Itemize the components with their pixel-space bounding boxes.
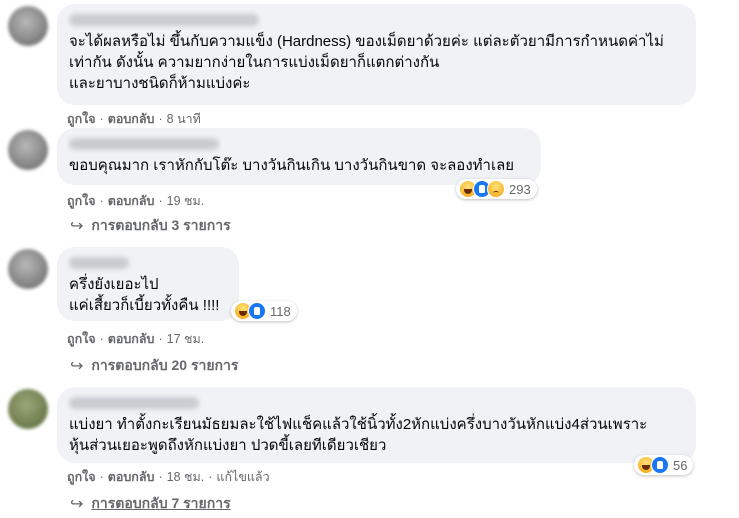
reaction-count: 118 [270, 303, 291, 319]
timestamp[interactable]: 18 ชม. [167, 467, 205, 487]
like-icon [248, 302, 266, 320]
reply-arrow-icon: ↪ [70, 496, 84, 513]
commenter-name-redacted[interactable] [69, 138, 219, 150]
avatar[interactable] [8, 6, 48, 46]
reaction-summary[interactable]: 56 [634, 455, 694, 475]
reply-arrow-icon: ↪ [70, 218, 84, 235]
reaction-summary[interactable]: 293 [456, 179, 537, 199]
avatar[interactable] [8, 249, 48, 289]
commenter-name-redacted[interactable] [69, 397, 199, 409]
comment-bubble: แบ่งยา ทำตั้งกะเรียนมัธยมละใช้ไฟแช็คแล้ว… [57, 387, 696, 463]
comment-actions: ถูกใจ · ตอบกลับ · 19 ชม. [67, 191, 204, 211]
like-link[interactable]: ถูกใจ [67, 109, 96, 129]
timestamp[interactable]: 19 ชม. [167, 191, 205, 211]
timestamp[interactable]: 8 นาที [167, 109, 201, 129]
view-replies[interactable]: ↪ การตอบกลับ 3 รายการ [70, 215, 231, 237]
avatar[interactable] [8, 130, 48, 170]
comment-text: ครึ่งยังเยอะไป แค่เสี้ยวก็เบี้ยวทั้งคืน … [69, 276, 220, 314]
like-link[interactable]: ถูกใจ [67, 329, 96, 349]
avatar[interactable] [8, 389, 48, 429]
reply-link[interactable]: ตอบกลับ [108, 191, 155, 211]
reply-link[interactable]: ตอบกลับ [108, 467, 155, 487]
comment-actions: ถูกใจ · ตอบกลับ · 18 ชม. · แก้ไขแล้ว [67, 467, 270, 487]
sad-icon [487, 180, 505, 198]
replies-label[interactable]: การตอบกลับ 7 รายการ [91, 493, 230, 515]
reply-link[interactable]: ตอบกลับ [108, 109, 155, 129]
reaction-count: 56 [673, 457, 688, 473]
view-replies[interactable]: ↪ การตอบกลับ 7 รายการ [70, 493, 231, 515]
commenter-name-redacted[interactable] [69, 257, 129, 269]
comment-text: ขอบคุณมาก เราหักกับโต๊ะ บางวันกินเกิน บา… [69, 157, 515, 174]
comment-text: จะได้ผลหรือไม่ ขึ้นกับความแข็ง (Hardness… [69, 33, 664, 92]
comment-actions: ถูกใจ · ตอบกลับ · 8 นาที [67, 109, 201, 129]
replies-label[interactable]: การตอบกลับ 20 รายการ [91, 355, 238, 377]
reply-link[interactable]: ตอบกลับ [108, 329, 155, 349]
comment-actions: ถูกใจ · ตอบกลับ · 17 ชม. [67, 329, 204, 349]
reaction-summary[interactable]: 118 [231, 301, 297, 321]
view-replies[interactable]: ↪ การตอบกลับ 20 รายการ [70, 355, 238, 377]
reaction-count: 293 [509, 181, 531, 197]
timestamp[interactable]: 17 ชม. [167, 329, 205, 349]
comment-bubble: ขอบคุณมาก เราหักกับโต๊ะ บางวันกินเกิน บา… [57, 128, 541, 185]
comment-bubble: จะได้ผลหรือไม่ ขึ้นกับความแข็ง (Hardness… [57, 4, 696, 105]
like-icon [651, 456, 669, 474]
reply-arrow-icon: ↪ [70, 358, 84, 375]
comment-text: แบ่งยา ทำตั้งกะเรียนมัธยมละใช้ไฟแช็คแล้ว… [69, 416, 648, 454]
edited-label[interactable]: แก้ไขแล้ว [216, 467, 269, 487]
replies-label[interactable]: การตอบกลับ 3 รายการ [91, 215, 230, 237]
like-link[interactable]: ถูกใจ [67, 467, 96, 487]
commenter-name-redacted[interactable] [69, 14, 259, 26]
like-link[interactable]: ถูกใจ [67, 191, 96, 211]
comment-bubble: ครึ่งยังเยอะไป แค่เสี้ยวก็เบี้ยวทั้งคืน … [57, 247, 239, 321]
